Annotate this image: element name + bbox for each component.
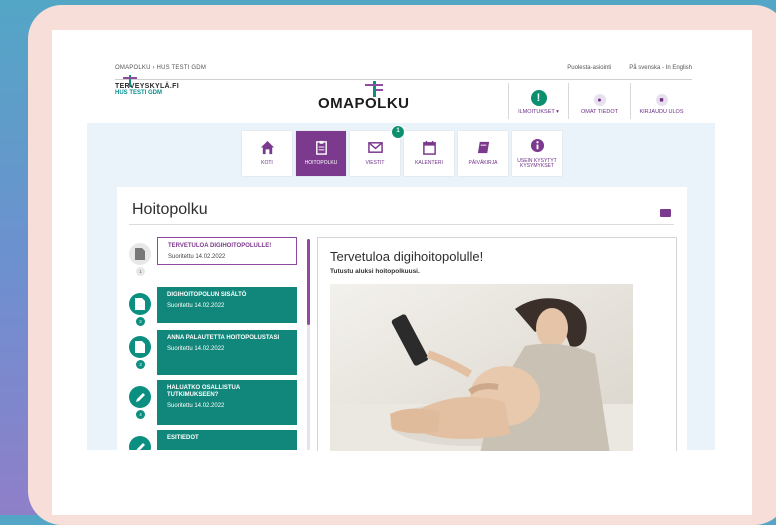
step-number: 3 [136,360,145,369]
step-number: 1 [136,267,145,276]
step-card[interactable]: TERVETULOA DIGIHOITOPOLULLE! Suoritettu … [157,237,297,265]
article-subtitle: Tutustu aluksi hoitopolkuusi. [330,268,420,275]
clipboard-icon [315,141,327,156]
step-date: Suoritettu 14.02.2022 [167,403,225,409]
language-link[interactable]: På svenska - In English [629,65,692,71]
nav-messages[interactable]: 1 VIESTIT [350,125,405,176]
app-title[interactable]: OMAPOLKU [318,95,410,112]
nav-calendar[interactable]: KALENTERI [404,131,454,176]
step-date: Suoritettu 14.02.2022 [168,254,226,260]
site-subtitle: HUS TESTI GDM [115,90,163,96]
document-icon [129,336,151,358]
step-title: DIGIHOITOPOLUN SISÄLTÖ [167,292,247,298]
nav-faq-label: USEIN KYSYTYT KYSYMYKSET [517,157,557,169]
article-panel: Tervetuloa digihoitopolulle! Tutustu alu… [317,237,677,451]
step-card[interactable]: ESITIEDOT [157,430,297,450]
article-title: Tervetuloa digihoitopolulle! [330,249,484,264]
pencil-icon [129,436,151,450]
nav-care-path-label: HOITOPOLKU [304,160,338,167]
user-icon: ● [593,94,606,106]
home-icon [260,141,274,155]
nav-calendar-label: KALENTERI [415,160,443,167]
main-panel: KOTI HOITOPOLKU 1 VIESTIT KALENTERI PÄIV… [87,123,715,451]
envelope-icon [367,142,383,154]
info-icon [530,138,544,152]
article-photo [330,284,633,451]
pencil-icon [129,386,151,408]
notifications-label: ILMOITUKSET ▾ [518,109,559,115]
logout-label: KIRJAUDU ULOS [639,109,684,115]
document-icon [129,293,151,315]
envelope-icon[interactable] [660,209,671,217]
brand-logo-icon [123,75,137,87]
top-links: Puolesta-asiointi På svenska - In Englis… [567,65,692,71]
step-date: Suoritettu 14.02.2022 [167,303,225,309]
nav-messages-label: VIESTIT [365,160,385,167]
site-brand[interactable]: TERVEYSKYLÄ.FI HUS TESTI GDM [115,75,179,96]
step-number: 2 [136,317,145,326]
my-info-label: OMAT TIEDOT [581,109,618,115]
step-date: Suoritettu 14.02.2022 [167,346,225,352]
step-card[interactable]: DIGIHOITOPOLUN SISÄLTÖ Suoritettu 14.02.… [157,287,297,323]
step-card[interactable]: HALUATKO OSALLISTUA TUTKIMUKSEEN? Suorit… [157,380,297,425]
top-bar: OMAPOLKU › HUS TESTI GDM Puolesta-asioin… [115,65,692,123]
calendar-icon [422,141,436,156]
logout-button[interactable]: ■ KIRJAUDU ULOS [630,83,692,119]
nav-care-path[interactable]: HOITOPOLKU [296,131,346,176]
step-title: HALUATKO OSALLISTUA TUTKIMUKSEEN? [167,385,240,398]
nav-home[interactable]: KOTI [242,131,292,176]
on-behalf-link[interactable]: Puolesta-asiointi [567,65,611,71]
step-number: 4 [136,410,145,419]
alert-icon: ! [530,90,547,106]
notifications-button[interactable]: ! ILMOITUKSET ▾ [508,83,568,119]
step-title: ESITIEDOT [167,435,199,441]
document-icon [129,243,151,265]
pregnant-woman-image [330,284,633,451]
breadcrumb[interactable]: OMAPOLKU › HUS TESTI GDM [115,65,206,71]
step-title: ANNA PALAUTETTA HOITOPOLUSTASI [167,335,280,341]
title-divider [129,224,674,225]
header-tools: ! ILMOITUKSET ▾ ● OMAT TIEDOT ■ KIRJAUDU… [508,83,692,119]
content-card: Hoitopolku 1 TERVETULOA DIGIHOITOPOLULLE… [117,187,687,451]
my-info-button[interactable]: ● OMAT TIEDOT [568,83,630,119]
messages-badge: 1 [391,125,405,139]
care-path-steps: 1 TERVETULOA DIGIHOITOPOLULLE! Suoritett… [129,237,299,450]
lock-icon: ■ [655,94,668,106]
header-divider [115,79,692,80]
main-nav: KOTI HOITOPOLKU 1 VIESTIT KALENTERI PÄIV… [242,125,562,176]
nav-diary-label: PÄIVÄKIRJA [468,160,498,167]
nav-diary[interactable]: PÄIVÄKIRJA [458,131,508,176]
steps-scrollbar-thumb[interactable] [307,239,310,325]
step-card[interactable]: ANNA PALAUTETTA HOITOPOLUSTASI Suoritett… [157,330,297,375]
nav-home-label: KOTI [261,160,273,167]
nav-faq[interactable]: USEIN KYSYTYT KYSYMYKSET [512,131,562,176]
page-title: Hoitopolku [132,201,208,218]
step-title: TERVETULOA DIGIHOITOPOLULLE! [168,243,272,249]
book-icon [477,142,489,154]
